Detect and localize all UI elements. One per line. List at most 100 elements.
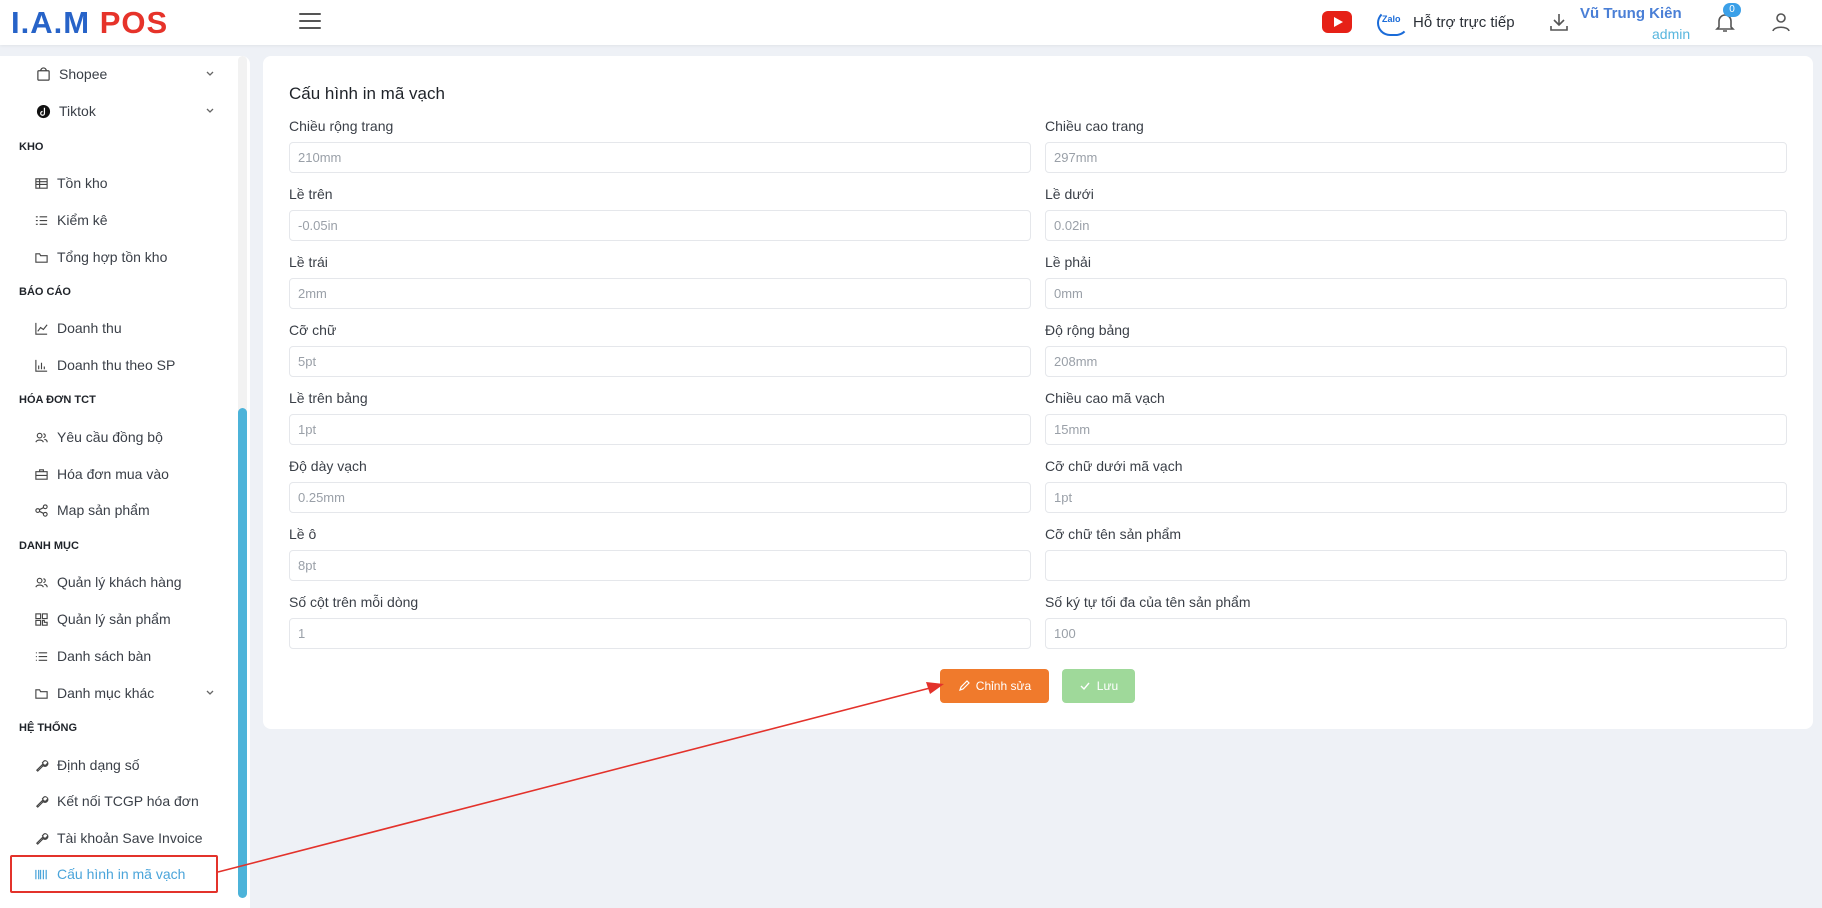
sidebar-section-he-thong: HỆ THỐNG bbox=[19, 722, 78, 734]
check-icon bbox=[1080, 682, 1090, 691]
field-label: Số cột trên mỗi dòng bbox=[289, 594, 419, 610]
product-name-size-field[interactable] bbox=[1045, 550, 1787, 581]
page-height-field[interactable] bbox=[1045, 142, 1787, 173]
share-icon bbox=[33, 502, 49, 518]
font-size-field[interactable] bbox=[289, 346, 1031, 377]
table-width-field[interactable] bbox=[1045, 346, 1787, 377]
user-role: admin bbox=[1652, 26, 1691, 42]
field-label: Lề ô bbox=[289, 526, 317, 542]
sidebar-item-kiem-ke[interactable]: Kiểm kê bbox=[33, 210, 108, 230]
margin-right-field[interactable] bbox=[1045, 278, 1787, 309]
max-name-chars-field[interactable] bbox=[1045, 618, 1787, 649]
table-icon bbox=[33, 175, 49, 191]
menu-toggle-icon[interactable] bbox=[299, 13, 321, 31]
field-label: Chiều cao mã vạch bbox=[1045, 390, 1165, 406]
chevron-down-icon[interactable] bbox=[205, 106, 215, 116]
field-label: Lề trái bbox=[289, 254, 328, 270]
chevron-down-icon[interactable] bbox=[205, 69, 215, 79]
youtube-icon[interactable] bbox=[1322, 11, 1352, 33]
shopee-icon bbox=[35, 66, 51, 82]
edit-button[interactable]: Chỉnh sửa bbox=[940, 669, 1049, 703]
cell-margin-field[interactable] bbox=[289, 550, 1031, 581]
sidebar-item-label: Quản lý sản phẩm bbox=[57, 611, 171, 627]
sidebar-item-label: Map sản phẩm bbox=[57, 502, 150, 518]
wrench-icon bbox=[33, 757, 49, 773]
bar-chart-icon bbox=[33, 357, 49, 373]
field-label: Chiều rộng trang bbox=[289, 118, 394, 134]
field-label: Lề trên bảng bbox=[289, 390, 368, 406]
briefcase-icon bbox=[33, 466, 49, 482]
sidebar-item-label: Tồn kho bbox=[57, 175, 108, 191]
sidebar-item-tiktok[interactable]: Tiktok bbox=[35, 101, 96, 121]
field-label: Lề trên bbox=[289, 186, 333, 202]
sidebar-item-danh-muc-khac[interactable]: Danh mục khác bbox=[33, 683, 154, 703]
sidebar-item-tong-hop-ton-kho[interactable]: Tổng hợp tồn kho bbox=[33, 247, 167, 267]
zalo-icon[interactable]: Zalo bbox=[1377, 10, 1409, 36]
sidebar-item-doanh-thu-theo-sp[interactable]: Doanh thu theo SP bbox=[33, 355, 175, 375]
sidebar-item-shopee[interactable]: Shopee bbox=[35, 64, 107, 84]
sidebar-item-label: Yêu cầu đồng bộ bbox=[57, 429, 163, 445]
margin-bottom-field[interactable] bbox=[1045, 210, 1787, 241]
sidebar-scrollbar[interactable] bbox=[238, 408, 247, 898]
sidebar-item-tai-khoan-save-invoice[interactable]: Tài khoản Save Invoice bbox=[33, 828, 203, 848]
annotation-highlight-box bbox=[10, 855, 218, 893]
tiktok-icon bbox=[35, 103, 51, 119]
page-width-field[interactable] bbox=[289, 142, 1031, 173]
save-button[interactable]: Lưu bbox=[1062, 669, 1135, 703]
sidebar-item-map-san-pham[interactable]: Map sản phẩm bbox=[33, 500, 150, 520]
sidebar-item-label: Doanh thu theo SP bbox=[57, 357, 176, 373]
margin-left-field[interactable] bbox=[289, 278, 1031, 309]
sidebar-item-label: Hóa đơn mua vào bbox=[57, 466, 169, 482]
user-icon[interactable] bbox=[1769, 10, 1793, 34]
sidebar-item-quan-ly-khach-hang[interactable]: Quản lý khách hàng bbox=[33, 572, 182, 592]
support-link[interactable]: Hỗ trợ trực tiếp bbox=[1413, 14, 1515, 31]
sidebar-section-hoa-don-tct: HÓA ĐƠN TCT bbox=[19, 394, 96, 406]
chevron-down-icon[interactable] bbox=[205, 688, 215, 698]
pencil-icon bbox=[958, 680, 970, 691]
columns-per-row-field[interactable] bbox=[289, 618, 1031, 649]
sidebar-section-kho: KHO bbox=[19, 141, 44, 153]
table-margin-top-field[interactable] bbox=[289, 414, 1031, 445]
field-label: Cỡ chữ bbox=[289, 322, 337, 338]
sidebar-item-danh-sach-ban[interactable]: Danh sách bàn bbox=[33, 646, 151, 666]
sidebar-item-label: Định dạng số bbox=[57, 757, 140, 773]
sidebar-item-ton-kho[interactable]: Tồn kho bbox=[33, 173, 108, 193]
barcode-text-size-field[interactable] bbox=[1045, 482, 1787, 513]
field-label: Cỡ chữ dưới mã vạch bbox=[1045, 458, 1183, 474]
qrcode-icon bbox=[33, 611, 49, 627]
bar-thickness-field[interactable] bbox=[289, 482, 1031, 513]
download-icon[interactable] bbox=[1547, 10, 1571, 34]
sidebar-item-label: Quản lý khách hàng bbox=[57, 574, 182, 590]
wrench-icon bbox=[33, 793, 49, 809]
save-button-label: Lưu bbox=[1096, 679, 1119, 693]
barcode-height-field[interactable] bbox=[1045, 414, 1787, 445]
logo[interactable]: I.A.M POS bbox=[11, 5, 168, 41]
edit-button-label: Chỉnh sửa bbox=[975, 679, 1032, 693]
field-label: Độ dày vạch bbox=[289, 458, 367, 474]
wrench-icon bbox=[33, 830, 49, 846]
sidebar-item-doanh-thu[interactable]: Doanh thu bbox=[33, 318, 122, 338]
logo-text-primary: I.A.M bbox=[11, 5, 91, 40]
folder-icon bbox=[33, 249, 49, 265]
folder-icon bbox=[33, 685, 49, 701]
margin-top-field[interactable] bbox=[289, 210, 1031, 241]
users-icon bbox=[33, 429, 49, 445]
sidebar-item-label: Kiểm kê bbox=[57, 212, 108, 228]
sidebar-item-yeu-cau-dong-bo[interactable]: Yêu cầu đồng bộ bbox=[33, 427, 163, 447]
field-label: Lề phải bbox=[1045, 254, 1091, 270]
user-name[interactable]: Vũ Trung Kiên bbox=[1580, 5, 1682, 22]
field-label: Chiều cao trang bbox=[1045, 118, 1144, 134]
users-icon bbox=[33, 574, 49, 590]
sidebar-item-ket-noi-tcgp[interactable]: Kết nối TCGP hóa đơn bbox=[33, 791, 199, 811]
logo-text-secondary: POS bbox=[99, 5, 169, 40]
field-label: Cỡ chữ tên sản phẩm bbox=[1045, 526, 1182, 542]
sidebar-item-quan-ly-san-pham[interactable]: Quản lý sản phẩm bbox=[33, 609, 171, 629]
sidebar-item-label: Danh sách bàn bbox=[57, 648, 152, 664]
page-title: Cấu hình in mã vạch bbox=[289, 84, 445, 103]
sidebar-item-dinh-dang-so[interactable]: Định dạng số bbox=[33, 755, 140, 775]
sidebar-item-hoa-don-mua-vao[interactable]: Hóa đơn mua vào bbox=[33, 464, 169, 484]
sidebar-item-label: Tiktok bbox=[59, 103, 96, 119]
top-header: I.A.M POS Zalo Hỗ trợ trực tiếp Vũ Trung… bbox=[0, 0, 1822, 45]
list-icon bbox=[33, 648, 49, 664]
sidebar-item-label: Doanh thu bbox=[57, 320, 122, 336]
